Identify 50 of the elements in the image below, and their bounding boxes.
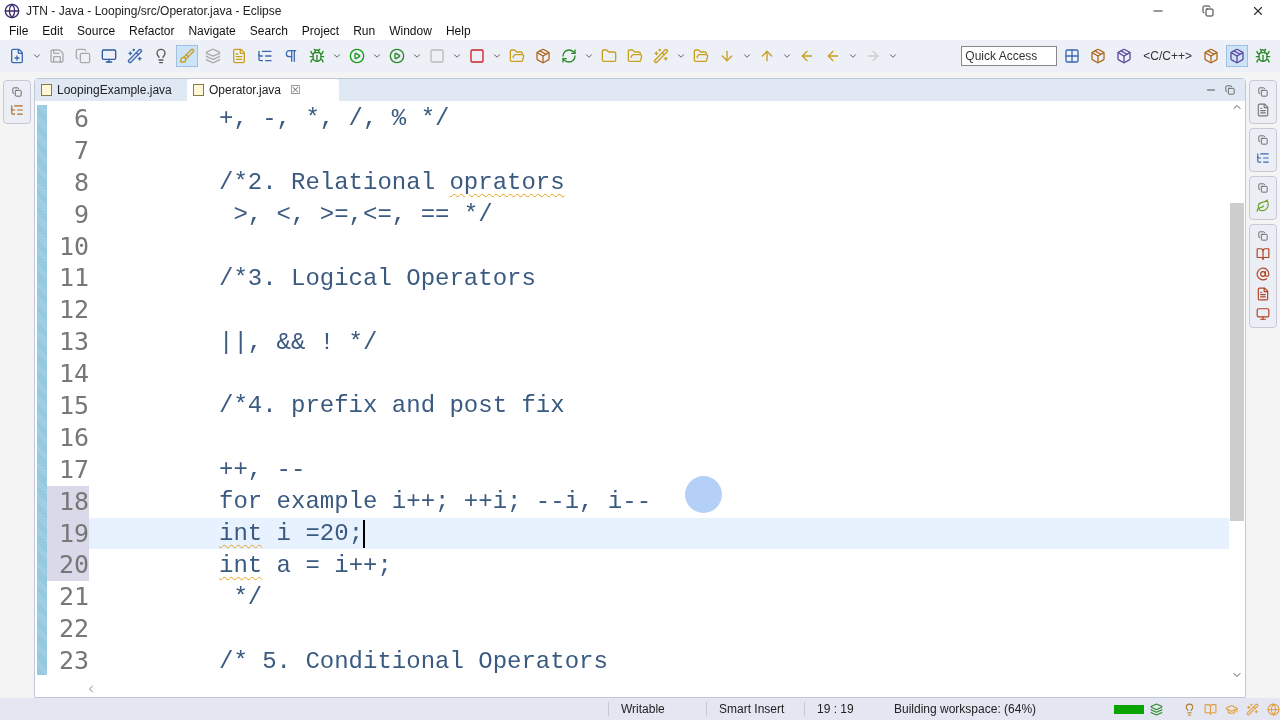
code-line: /* 5. Conditional Operators (219, 647, 608, 675)
line-number: 8 (72, 166, 89, 199)
line-number: 22 (57, 613, 89, 646)
menu-item[interactable]: Help (438, 24, 478, 38)
line-number: 23 (57, 645, 89, 678)
window-title: JTN - Java - Looping/src/Operator.java - Eclipse (26, 4, 283, 18)
quick-access-field[interactable]: Quick Access (961, 46, 1058, 66)
status-text: Building workspace: (64%) (894, 702, 1037, 716)
status-text: 19 : 19 (804, 702, 894, 716)
line-number: 15 (57, 390, 89, 422)
code-line: /*3. Logical Operators (219, 264, 536, 292)
menu-item[interactable]: Navigate (181, 24, 243, 38)
menu-item[interactable]: Edit (35, 24, 71, 38)
editor-tab[interactable]: Operator.java ☒ (187, 79, 339, 101)
line-number: 12 (57, 294, 89, 327)
status-text: Smart Insert (706, 702, 804, 716)
line-number: 17 (57, 453, 89, 486)
editor-tab[interactable]: LoopingExample.java (35, 79, 187, 101)
line-number: 19 (47, 517, 89, 550)
menu-item[interactable]: Project (294, 24, 347, 38)
menu-item[interactable]: Window (382, 24, 439, 38)
code-line: /*2. Relational oprators (219, 169, 565, 197)
code-line: for example i++; ++i; --i, i-- (219, 488, 652, 516)
line-number: 9 (72, 198, 89, 231)
code-line: +, -, *, /, % */ (219, 105, 450, 133)
menu-item[interactable]: Search (242, 24, 295, 38)
menu-item[interactable]: Run (346, 24, 383, 38)
line-number: 18 (47, 485, 89, 518)
line-number: 21 (57, 581, 89, 614)
close-tab-icon[interactable]: ☒ (290, 83, 302, 97)
line-number: 7 (72, 134, 89, 167)
code-line: int i =20; (219, 519, 366, 548)
code-line: int a = i++; (219, 551, 392, 579)
code-line: >, <, >=,<=, == */ (232, 201, 493, 229)
code-line: ++, -- (219, 456, 306, 484)
line-number: 6 (72, 103, 89, 135)
line-number: 16 (57, 421, 89, 454)
menu-item[interactable]: Source (70, 24, 123, 38)
code-line: /*4. prefix and post fix (219, 392, 565, 420)
line-number: 20 (47, 549, 89, 582)
menu-item[interactable]: Refactor (122, 24, 182, 38)
menu-item[interactable]: File (2, 24, 36, 38)
code-line: ||, && ! */ (219, 328, 378, 356)
line-number: 11 (57, 262, 89, 295)
status-text: Writable (608, 702, 706, 716)
code-line: */ (232, 583, 263, 611)
line-number: 10 (57, 230, 89, 263)
line-number: 13 (57, 326, 89, 359)
line-number: 14 (57, 358, 89, 390)
perspective-button[interactable]: <C/C++> (1139, 49, 1196, 63)
